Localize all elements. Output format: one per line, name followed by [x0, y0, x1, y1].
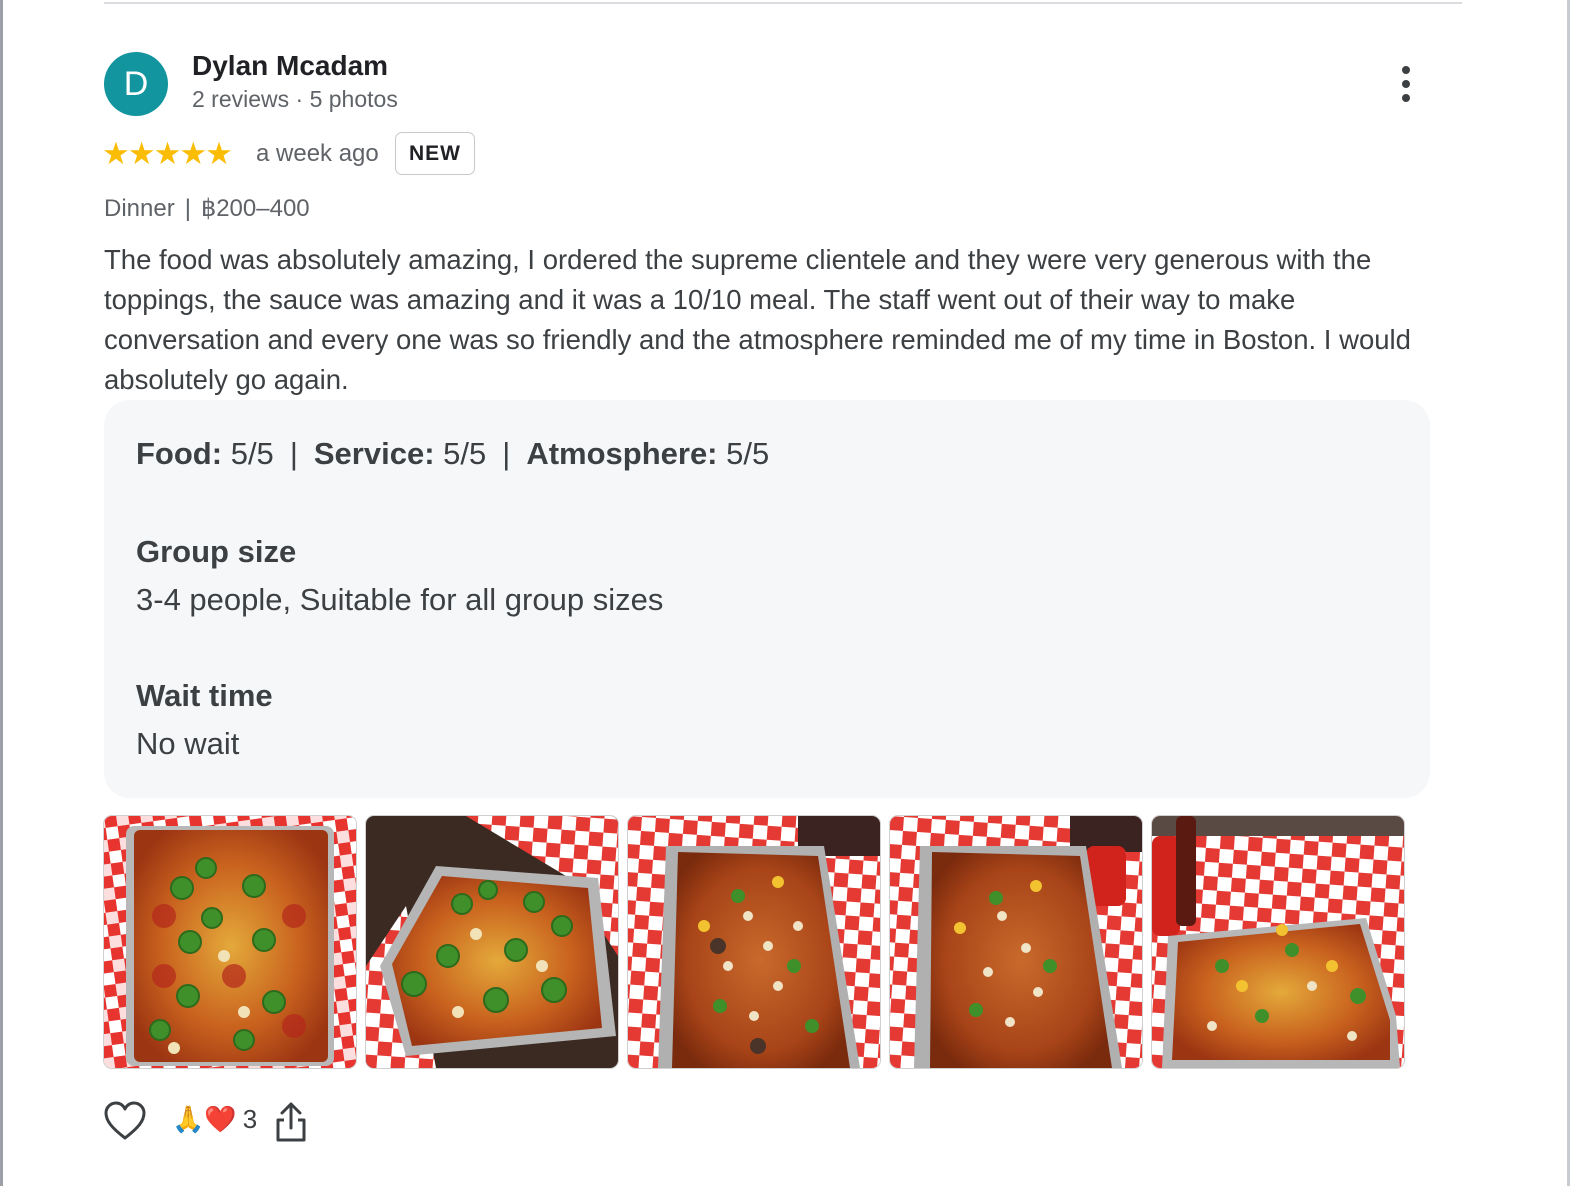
- window-left-edge: [0, 0, 3, 1186]
- review-details-card: Food: 5/5 | Service: 5/5 | Atmosphere: 5/5 G…: [104, 400, 1430, 798]
- review-photo[interactable]: [1152, 816, 1404, 1068]
- review-divider: [104, 2, 1462, 4]
- group-size-value: 3-4 people, Suitable for all group sizes: [136, 582, 664, 617]
- tag-separator: |: [184, 195, 191, 222]
- rating-separator: |: [502, 436, 511, 471]
- share-icon: [276, 1102, 306, 1142]
- more-options-button[interactable]: [1390, 62, 1422, 106]
- more-dot-icon: [1402, 80, 1410, 88]
- review-photo[interactable]: [366, 816, 618, 1068]
- heart-outline-icon: [104, 1101, 146, 1140]
- more-dot-icon: [1402, 94, 1410, 102]
- review-time: a week ago: [256, 140, 379, 167]
- sub-ratings: Food: 5/5 | Service: 5/5 | Atmosphere: 5/5: [136, 436, 769, 472]
- group-size-title: Group size: [136, 534, 297, 569]
- review-photo[interactable]: [104, 816, 356, 1068]
- food-rating-label: Food:: [136, 436, 223, 471]
- author-meta: 2 reviews · 5 photos: [192, 86, 398, 112]
- service-rating-label: Service:: [313, 436, 435, 471]
- new-badge: NEW: [395, 132, 475, 175]
- wait-time-value: No wait: [136, 726, 240, 761]
- rating-separator: |: [289, 436, 298, 471]
- reaction-emojis: 🙏❤️: [172, 1104, 237, 1134]
- food-rating-value: 5/5: [230, 436, 274, 471]
- like-button[interactable]: [104, 1100, 146, 1144]
- review-photo[interactable]: [890, 816, 1142, 1068]
- wait-time-title: Wait time: [136, 678, 273, 713]
- atmosphere-rating-label: Atmosphere:: [526, 436, 718, 471]
- service-rating-value: 5/5: [443, 436, 487, 471]
- more-dot-icon: [1402, 66, 1410, 74]
- author-name[interactable]: Dylan Mcadam: [192, 50, 388, 82]
- reaction-count: 3: [242, 1104, 258, 1134]
- review-photo[interactable]: [628, 816, 880, 1068]
- meal-type: Dinner: [104, 195, 175, 222]
- review-text: The food was absolutely amazing, I order…: [104, 244, 1411, 395]
- share-button[interactable]: [274, 1100, 308, 1144]
- atmosphere-rating-value: 5/5: [726, 436, 770, 471]
- star-rating: ★★★★★: [102, 136, 233, 171]
- reaction-summary[interactable]: 🙏❤️ 3: [172, 1104, 257, 1135]
- visit-tags: Dinner | ฿200–400: [104, 194, 310, 223]
- author-avatar[interactable]: D: [104, 52, 168, 116]
- price-range: ฿200–400: [200, 195, 310, 222]
